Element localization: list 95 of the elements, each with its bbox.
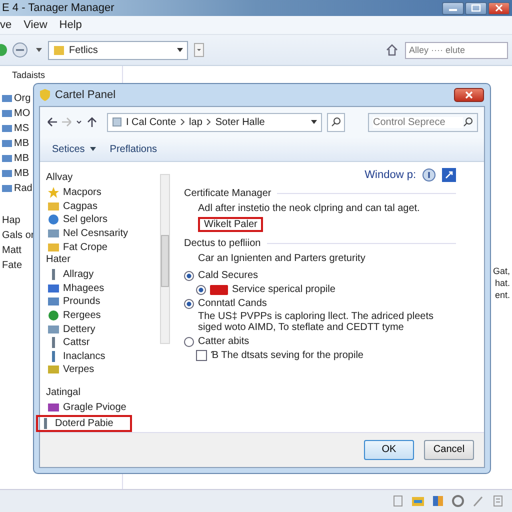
tree-item[interactable]: MB — [14, 138, 29, 148]
home-icon[interactable] — [385, 43, 399, 57]
shield-icon — [40, 89, 50, 101]
nav-item[interactable]: Allragy — [46, 268, 157, 282]
back-forward-icon[interactable] — [0, 42, 30, 58]
dropdown-icon[interactable] — [36, 48, 42, 52]
search-icon — [463, 117, 473, 127]
nav-section-title: Jatingal — [46, 386, 82, 400]
nav-item[interactable]: Fat Crope — [46, 240, 157, 254]
close-icon — [465, 91, 473, 99]
chevron-icon — [206, 119, 212, 125]
window-label[interactable]: Window p: — [364, 169, 416, 181]
search-button[interactable] — [327, 112, 345, 132]
nav-item[interactable]: Cattsr — [46, 336, 157, 350]
tree-item[interactable]: MB — [14, 168, 29, 178]
nav-section-title: Hater — [46, 254, 72, 267]
nav-item[interactable]: Inaclancs — [46, 350, 157, 363]
close-icon — [495, 4, 503, 12]
search-field[interactable]: Alley ···· elute — [405, 42, 508, 58]
option-label[interactable]: Conntatl Cands — [198, 298, 267, 309]
list-text: Gat, — [492, 266, 510, 276]
tree-item[interactable]: Matt — [2, 244, 22, 256]
nav-item[interactable]: Prounds — [46, 295, 157, 308]
link[interactable]: Wikelt Paler — [198, 217, 264, 232]
nav-item[interactable]: Mhagees — [46, 282, 157, 295]
nav-item[interactable]: Gragle Pvioge — [46, 401, 157, 414]
nav-item[interactable]: Macpors — [46, 186, 157, 200]
circle-icon — [48, 214, 59, 226]
toolbar-menu[interactable]: Preflations — [110, 144, 158, 154]
tree-item[interactable]: MS — [14, 122, 29, 134]
nav-item[interactable]: Sel gelors — [46, 213, 157, 226]
radio-button[interactable] — [184, 270, 194, 280]
control-panel-icon — [112, 117, 122, 127]
nav-item[interactable]: Dettery — [46, 322, 157, 336]
dropdown-icon — [177, 48, 183, 52]
breadcrumb-item[interactable]: lap — [189, 116, 202, 128]
search-icon — [331, 117, 341, 127]
dropdown-icon — [311, 120, 317, 124]
option-label[interactable]: Cald Secures — [198, 270, 258, 281]
nav-item[interactable]: Verpes — [46, 363, 157, 376]
maximize-icon — [471, 4, 481, 12]
tree-item[interactable]: Rad — [14, 182, 32, 194]
dropdown-icon[interactable] — [194, 43, 204, 57]
close-button[interactable] — [488, 2, 510, 14]
badge-icon — [210, 284, 228, 294]
option-label[interactable]: Ɓ The dtsats seving for the propile — [211, 350, 364, 361]
section-text: Adl after instetio the neok clpring and can tal aget. — [197, 203, 421, 214]
nav-item[interactable]: Nel Cesnsarity — [46, 227, 157, 240]
tree-item[interactable]: Gals or — [2, 230, 34, 240]
section-heading: Dectus to pefliion — [184, 238, 261, 249]
radio-button[interactable] — [184, 298, 194, 308]
cancel-button[interactable]: Cancel — [424, 440, 474, 460]
chevron-icon — [180, 119, 186, 125]
window-title: E 4 - Tanager Manager — [2, 2, 116, 14]
radio-button[interactable] — [196, 284, 206, 294]
nav-section-title: Allvay — [46, 172, 74, 185]
list-text: hat. — [494, 278, 510, 288]
maximize-button[interactable] — [465, 2, 487, 14]
gear-icon[interactable] — [452, 495, 464, 507]
shortcut-icon[interactable] — [442, 168, 456, 182]
section-heading: Certificate Manager — [184, 188, 272, 199]
option-label[interactable]: Service sperical propile — [232, 284, 336, 295]
scrollbar[interactable] — [160, 174, 170, 344]
nav-item[interactable]: Rergees — [46, 309, 157, 322]
tree-item[interactable]: MO — [14, 108, 30, 118]
book-icon[interactable] — [432, 495, 444, 507]
ok-button[interactable]: OK — [364, 440, 414, 460]
close-button[interactable] — [454, 88, 484, 102]
menu-item[interactable]: View — [24, 19, 48, 31]
help-icon[interactable] — [422, 168, 436, 182]
radio-button[interactable] — [184, 336, 194, 346]
tree-item[interactable]: MB — [14, 152, 29, 164]
search-field[interactable]: Control Seprece — [368, 112, 478, 132]
breadcrumb-item[interactable]: Soter Halle — [215, 116, 265, 128]
breadcrumb-item[interactable]: I Cal Conte — [126, 116, 176, 128]
nav-item[interactable]: Cagpas — [46, 200, 157, 213]
option-description: The US‡ PVPPs is caploring llect. The adriced pleets siged woto AIMD, To steflate and CEDTT tyme — [197, 311, 434, 333]
address-field[interactable]: I Cal Conte lap Soter Halle — [107, 112, 322, 132]
option-label[interactable]: Catter abits — [198, 336, 250, 347]
address-field[interactable]: Fetlics — [48, 40, 188, 60]
tree-item[interactable]: Org — [14, 92, 31, 104]
toolbar-menu[interactable]: Setices — [52, 144, 96, 154]
list-text: ent. — [494, 290, 510, 300]
nav-item[interactable]: Doterd Pabie — [36, 414, 132, 432]
menu-item[interactable]: ve — [0, 19, 12, 31]
circle-icon — [48, 310, 59, 322]
tree-item[interactable]: Fate — [2, 260, 22, 270]
minimize-button[interactable] — [442, 2, 464, 14]
star-icon — [48, 187, 59, 198]
tree-item[interactable]: Hap — [2, 214, 20, 226]
menu-item[interactable]: Help — [59, 19, 82, 31]
pane-header: Tadaists — [11, 70, 46, 80]
section-text: Car an Ignienten and Parters greturity — [197, 253, 366, 264]
checkbox[interactable] — [196, 350, 207, 361]
dialog-title: Cartel Panel — [55, 89, 117, 101]
